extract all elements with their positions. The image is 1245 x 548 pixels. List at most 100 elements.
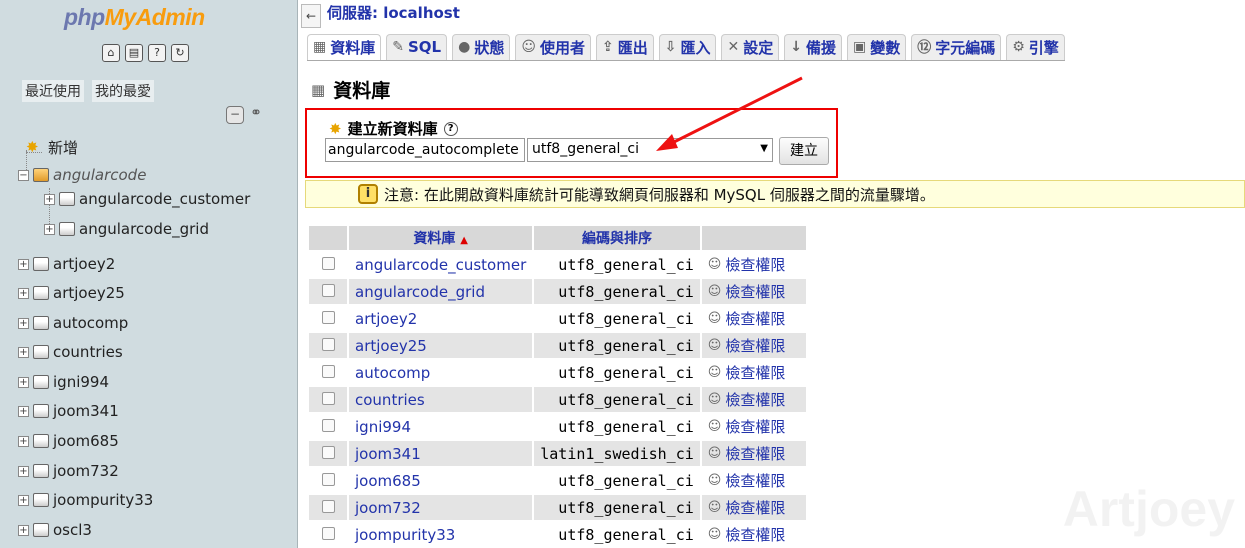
tree-item-igni994[interactable]: + igni994 [18,369,109,395]
database-link[interactable]: igni994 [355,418,411,436]
tab-favorites[interactable]: 我的最愛 [92,80,154,102]
tree-item-new[interactable]: ✸ 新增 [26,134,78,160]
expand-icon[interactable]: + [44,193,55,205]
tree-item-joom685[interactable]: + joom685 [18,428,119,454]
tab-variables[interactable]: ▣ 變數 [846,34,907,60]
tree-item-label: angularcode_customer [79,190,251,208]
tab-users[interactable]: ☺ 使用者 [515,34,591,60]
tab-status[interactable]: ● 狀態 [452,34,511,60]
expand-icon[interactable]: + [18,258,29,270]
collapse-nav-arrow-icon[interactable]: ← [301,4,321,28]
tab-sql[interactable]: ✎ SQL [386,34,448,60]
tree-item-angularcode-grid[interactable]: + angularcode_grid [44,216,209,242]
export-icon: ⇪ [601,39,614,55]
link-icon[interactable]: ⚭ [247,106,265,124]
home-icon[interactable]: ⌂ [102,44,120,62]
tree-item-joom341[interactable]: + joom341 [18,398,119,424]
check-privileges-link[interactable]: ☺ 檢查權限 [708,497,800,518]
row-checkbox[interactable] [321,418,335,432]
database-icon [33,404,49,418]
database-link[interactable]: angularcode_customer [355,256,526,274]
check-privileges-link[interactable]: ☺ 檢查權限 [708,362,800,383]
tree-item-label: angularcode [53,166,147,184]
tree-item-oscl3[interactable]: + oscl3 [18,517,92,543]
check-privileges-link[interactable]: ☺ 檢查權限 [708,389,800,410]
database-link[interactable]: artjoey2 [355,310,417,328]
row-checkbox[interactable] [321,499,335,513]
privileges-icon: ☺ [707,527,722,542]
reload-icon[interactable]: ↻ [171,44,189,62]
row-checkbox[interactable] [321,310,335,324]
expand-icon[interactable]: + [18,346,29,358]
tab-settings[interactable]: ✕ 設定 [721,34,780,60]
breadcrumb-server[interactable]: 伺服器: localhost [327,2,460,23]
expand-icon[interactable]: + [18,465,29,477]
tab-charset[interactable]: ⑫ 字元編碼 [911,34,1002,60]
database-name-cell: artjoey25 [349,333,533,358]
expand-icon[interactable]: + [18,524,29,536]
row-checkbox[interactable] [321,364,335,378]
database-link[interactable]: artjoey25 [355,337,427,355]
tab-engines[interactable]: ⚙ 引擎 [1006,34,1065,60]
tab-export[interactable]: ⇪ 匯出 [595,34,654,60]
tab-recent[interactable]: 最近使用 [22,80,84,102]
collapse-all-icon[interactable]: − [226,106,244,124]
docs-icon[interactable]: ? [148,44,166,62]
tab-import[interactable]: ⇩ 匯入 [658,34,717,60]
tab-replication[interactable]: ↓ 備援 [784,34,842,60]
expand-icon[interactable]: + [18,287,29,299]
tree-item-joompurity33[interactable]: + joompurity33 [18,487,153,513]
tree-item-countries[interactable]: + countries [18,339,123,365]
database-name-input[interactable] [325,138,525,162]
row-checkbox[interactable] [321,391,335,405]
row-checkbox[interactable] [321,472,335,486]
expand-icon[interactable]: + [18,435,29,447]
tree-item-joom732[interactable]: + joom732 [18,458,119,484]
expand-icon[interactable]: + [18,405,29,417]
tree-item-artjoey25[interactable]: + artjoey25 [18,280,125,306]
check-privileges-link[interactable]: ☺ 檢查權限 [708,308,800,329]
row-checkbox-cell [309,441,347,466]
tree-item-angularcode[interactable]: − angularcode [18,162,146,188]
tree-item-angularcode-customer[interactable]: + angularcode_customer [44,186,250,212]
check-privileges-link[interactable]: ☺ 檢查權限 [708,281,800,302]
header-collation[interactable]: 編碼與排序 [534,226,700,250]
tree-item-autocomp[interactable]: + autocomp [18,310,128,336]
collation-cell: utf8_general_ci [534,387,700,412]
row-checkbox[interactable] [321,256,335,270]
sql-query-icon[interactable]: ▤ [125,44,143,62]
tree-item-artjoey2[interactable]: + artjoey2 [18,251,115,277]
row-checkbox[interactable] [321,526,335,540]
database-link[interactable]: countries [355,391,425,409]
row-checkbox[interactable] [321,283,335,297]
row-checkbox-cell [309,360,347,385]
database-link[interactable]: joom341 [355,445,421,463]
tree-item-label: autocomp [53,314,129,332]
page-title: ▦ 資料庫 [311,80,391,102]
check-privileges-link[interactable]: ☺ 檢查權限 [708,443,800,464]
phpmyadmin-logo[interactable]: phpMyAdmin [64,4,205,31]
row-checkbox[interactable] [321,337,335,351]
expand-icon[interactable]: + [18,317,29,329]
database-link[interactable]: joom685 [355,472,421,490]
database-link[interactable]: autocomp [355,364,430,382]
expand-icon[interactable]: + [18,494,29,506]
database-link[interactable]: joompurity33 [355,526,455,544]
check-privileges-link[interactable]: ☺ 檢查權限 [708,254,800,275]
expand-icon[interactable]: + [44,223,55,235]
check-privileges-link[interactable]: ☺ 檢查權限 [708,524,800,545]
check-privileges-link[interactable]: ☺ 檢查權限 [708,470,800,491]
table-icon [59,222,75,236]
database-link[interactable]: joom732 [355,499,421,517]
collapse-icon[interactable]: − [18,169,29,181]
check-privileges-link[interactable]: ☺ 檢查權限 [708,416,800,437]
database-link[interactable]: angularcode_grid [355,283,485,301]
check-privileges-link[interactable]: ☺ 檢查權限 [708,335,800,356]
database-name-cell: joom341 [349,441,533,466]
expand-icon[interactable]: + [18,376,29,388]
row-checkbox-cell [309,333,347,358]
tab-databases[interactable]: ▦ 資料庫 [307,34,382,60]
help-icon[interactable]: ? [443,121,458,136]
row-checkbox[interactable] [321,445,335,459]
header-database[interactable]: 資料庫 ▲ [349,226,533,250]
